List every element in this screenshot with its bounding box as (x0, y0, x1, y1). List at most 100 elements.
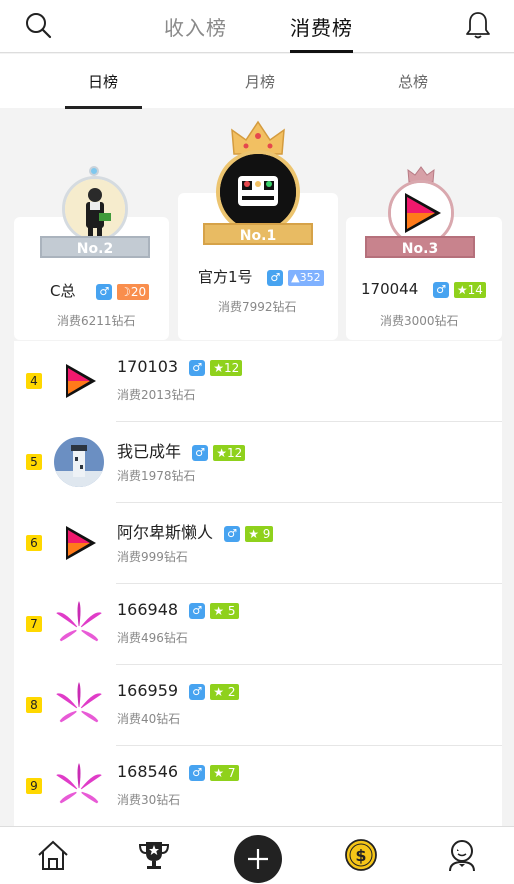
consume-amount: 消费999钻石 (117, 550, 188, 564)
user-name: 170044 (361, 280, 419, 298)
tab-income[interactable]: 收入榜 (164, 12, 227, 41)
user-name-row: 我已成年 ♂ ★12 (117, 438, 246, 462)
list-item[interactable]: 4 170103 ♂ ★12 消费2013钻石 (14, 341, 502, 422)
level-badge: ▲352 (288, 269, 324, 286)
consume-amount: 消费30钻石 (117, 793, 181, 807)
user-name: 168546 (117, 762, 179, 781)
rank-badge: 9 (26, 778, 42, 794)
list-item[interactable]: 5 我已成年 ♂ ★12 消费1978钻石 (14, 422, 502, 503)
tab-daily[interactable]: 日榜 (64, 71, 143, 109)
avatar[interactable] (216, 150, 300, 234)
home-icon[interactable] (35, 837, 71, 873)
avatar-image (65, 179, 125, 239)
tab-total[interactable]: 总榜 (398, 71, 428, 92)
star-icon: ★ (213, 360, 225, 375)
male-icon: ♂ (189, 764, 206, 781)
list-item[interactable]: 9 168546 ♂ ★ 7 消费30钻石 (14, 746, 502, 826)
level-badge: ★ 9 (245, 525, 274, 542)
tab-consume[interactable]: 消费榜 (290, 12, 353, 53)
level-badge: ★ 5 (210, 602, 239, 619)
moon-icon: ☽ (120, 284, 131, 299)
user-name-row: 170103 ♂ ★12 (117, 357, 243, 376)
svg-text:$: $ (355, 846, 366, 865)
profile-icon[interactable] (444, 837, 480, 873)
play-logo-icon (54, 356, 104, 406)
user-name: 166959 (117, 681, 179, 700)
list-item[interactable]: 6 阿尔卑斯懒人 ♂ ★ 9 消费999钻石 (14, 503, 502, 584)
user-name: 我已成年 (117, 442, 182, 461)
male-icon: ♂ (189, 359, 206, 376)
avatar[interactable] (62, 176, 128, 242)
user-name-row: 166959 ♂ ★ 2 (117, 681, 239, 700)
bottom-nav: $ (0, 826, 514, 884)
level-badge: ★12 (210, 359, 243, 376)
user-name: 166948 (117, 600, 179, 619)
rank-badge: 8 (26, 697, 42, 713)
consume-amount: 消费7992钻石 (218, 300, 297, 314)
star-icon: ★ (456, 282, 468, 297)
male-icon: ♂ (192, 444, 209, 461)
avatar-image (220, 154, 296, 230)
podium-name-2: C总 ♂ ☽20 (50, 280, 150, 301)
ranking-list: 4 170103 ♂ ★12 消费2013钻石 5 我已成年 ♂ ★12 消费1… (14, 341, 502, 826)
level-badge: ★ 7 (210, 764, 239, 781)
avatar[interactable] (54, 680, 104, 730)
flower-image (54, 680, 104, 730)
user-name-row: 阿尔卑斯懒人 ♂ ★ 9 (117, 519, 274, 543)
list-item[interactable]: 8 166959 ♂ ★ 2 消费40钻石 (14, 665, 502, 746)
male-icon: ♂ (96, 283, 113, 300)
list-item[interactable]: 7 166948 ♂ ★ 5 消费496钻石 (14, 584, 502, 665)
bell-icon[interactable] (464, 10, 492, 40)
user-name: C总 (50, 282, 76, 300)
level-badge: ★14 (453, 281, 486, 298)
user-name-row: 168546 ♂ ★ 7 (117, 762, 239, 781)
avatar[interactable] (54, 356, 104, 406)
star-icon: ★ (213, 765, 225, 780)
podium-name-1: 官方1号 ♂ ▲352 (198, 266, 324, 287)
trophy-icon[interactable] (136, 837, 172, 873)
male-icon: ♂ (433, 281, 450, 298)
tab-monthly[interactable]: 月榜 (245, 71, 275, 92)
user-name: 阿尔卑斯懒人 (117, 523, 214, 542)
consume-amount: 消费2013钻石 (117, 388, 196, 402)
male-icon: ♂ (224, 525, 241, 542)
play-logo-icon (391, 183, 451, 243)
consume-amount: 消费3000钻石 (380, 314, 459, 328)
star-icon: ★ (216, 445, 227, 460)
play-logo-icon (54, 518, 104, 568)
coin-icon[interactable]: $ (343, 837, 379, 873)
rank-ribbon-3: No.3 (365, 236, 475, 258)
plus-icon (248, 849, 268, 869)
star-icon: ★ (248, 526, 259, 541)
male-icon: ♂ (189, 683, 206, 700)
search-icon[interactable] (24, 11, 52, 39)
period-tabs: 日榜 月榜 总榜 (0, 54, 514, 109)
male-icon: ♂ (189, 602, 206, 619)
consume-amount: 消费40钻石 (117, 712, 181, 726)
avatar[interactable] (54, 599, 104, 649)
level-badge: ★ 2 (210, 683, 239, 700)
avatar[interactable] (54, 761, 104, 811)
user-name: 170103 (117, 357, 179, 376)
avatar[interactable] (54, 518, 104, 568)
rank-badge: 5 (26, 454, 42, 470)
rank-badge: 4 (26, 373, 42, 389)
star-icon: ★ (213, 603, 225, 618)
top-bar: 收入榜 消费榜 (0, 0, 514, 53)
user-name-row: 166948 ♂ ★ 5 (117, 600, 239, 619)
rank-badge: 6 (26, 535, 42, 551)
level-badge: ☽20 (117, 283, 150, 300)
add-button[interactable] (234, 835, 282, 883)
consume-amount: 消费6211钻石 (57, 314, 136, 328)
avatar[interactable] (54, 437, 104, 487)
flower-image (54, 761, 104, 811)
male-icon: ♂ (267, 269, 284, 286)
rank-ribbon-1: No.1 (203, 223, 313, 245)
podium-name-3: 170044 ♂ ★14 (361, 280, 486, 298)
star-icon: ★ (213, 684, 225, 699)
consume-amount: 消费1978钻石 (117, 469, 196, 483)
user-name: 官方1号 (198, 268, 253, 286)
flower-image (54, 599, 104, 649)
level-badge: ★12 (213, 444, 246, 461)
rank-ribbon-2: No.2 (40, 236, 150, 258)
